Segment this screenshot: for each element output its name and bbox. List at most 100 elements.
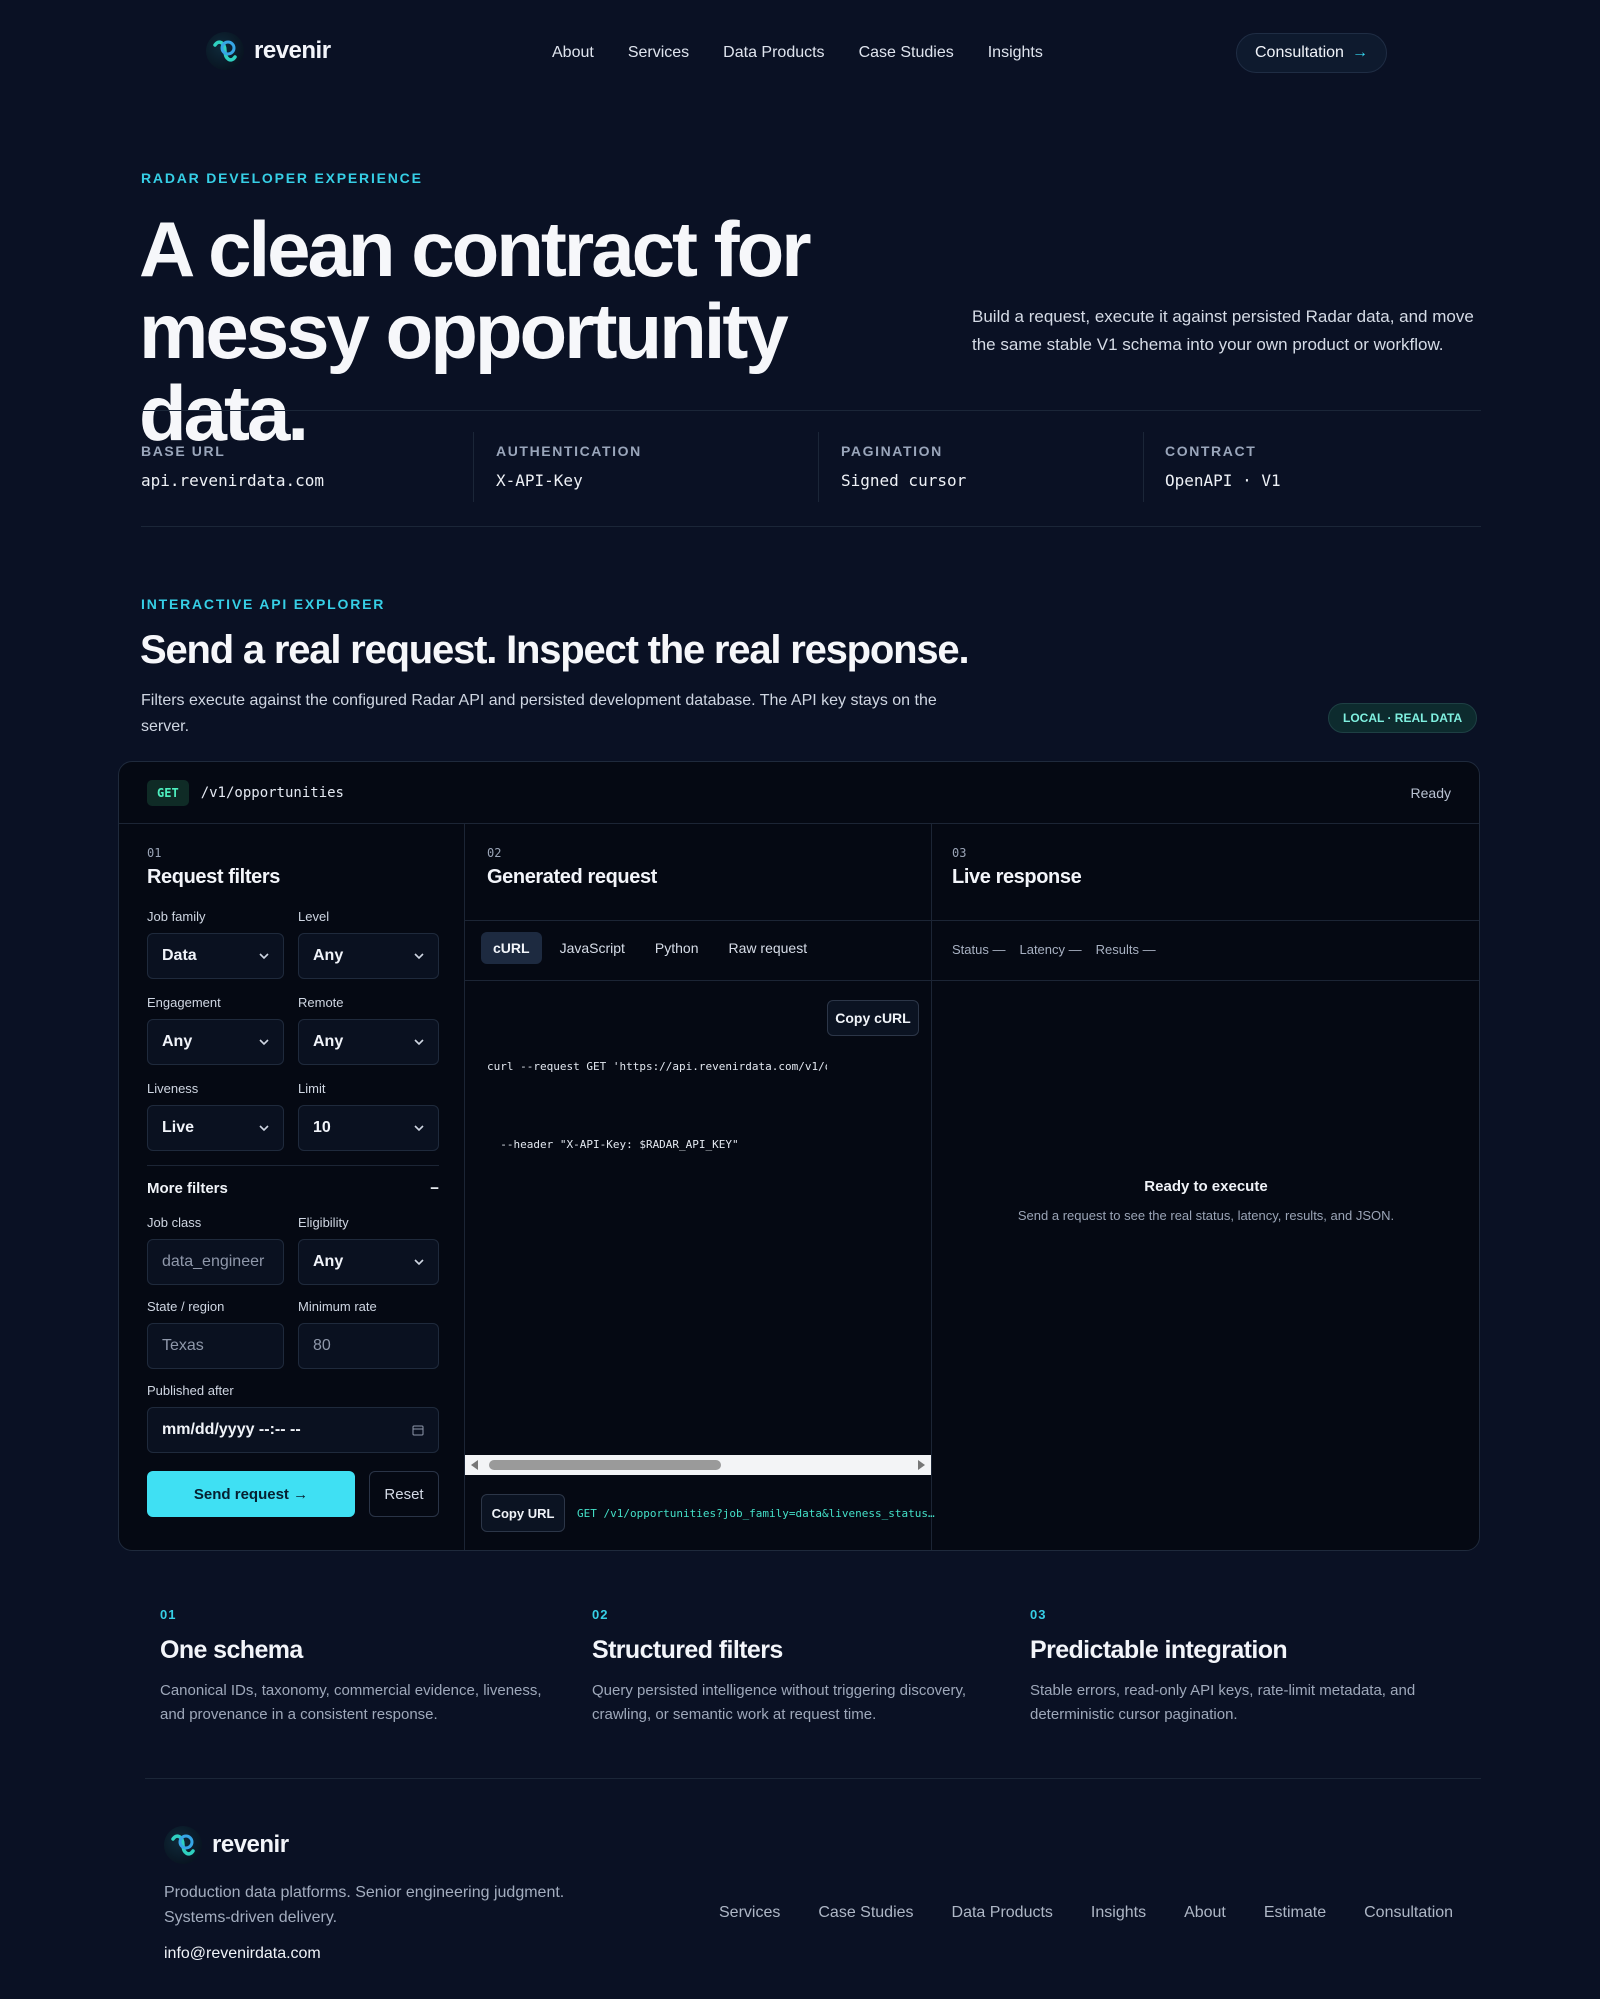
chevron-down-icon [259, 1125, 269, 1132]
engagement-select[interactable]: Any [147, 1019, 284, 1065]
state-input[interactable]: Texas [147, 1323, 284, 1369]
nav-about[interactable]: About [552, 44, 594, 62]
select-value: Any [313, 1033, 344, 1050]
select-value: 10 [313, 1119, 331, 1136]
field-label: Job class [147, 1215, 202, 1230]
field-label: Level [298, 909, 330, 924]
tab-curl[interactable]: cURL [481, 932, 542, 964]
status-meta: Status — [952, 942, 1005, 957]
published-after-input[interactable]: mm/dd/yyyy --:-- -- [147, 1407, 439, 1453]
chevron-down-icon [414, 1125, 424, 1132]
footer-logo[interactable]: revenir [164, 1826, 289, 1864]
select-value: Any [162, 1033, 193, 1050]
generated-request: 02 Generated request cURL JavaScript Pyt… [465, 824, 935, 1550]
brand-name: revenir [212, 1831, 289, 1858]
feature-number: 02 [592, 1607, 609, 1622]
more-filters-toggle[interactable]: More filters − [147, 1180, 439, 1197]
code-line: curl --request GET 'https://api.revenird… [487, 1060, 827, 1073]
tab-python[interactable]: Python [643, 932, 711, 964]
tab-raw-request[interactable]: Raw request [717, 932, 820, 964]
field-label: Liveness [147, 1081, 199, 1096]
footer-link-case-studies[interactable]: Case Studies [818, 1904, 913, 1922]
nav-case-studies[interactable]: Case Studies [859, 44, 954, 62]
section-title: Generated request [487, 866, 657, 888]
calendar-icon[interactable] [412, 1424, 424, 1436]
limit-select[interactable]: 10 [298, 1105, 439, 1151]
results-meta: Results — [1096, 942, 1156, 957]
field-label: Minimum rate [298, 1299, 377, 1314]
divider [473, 432, 474, 502]
scroll-right-icon[interactable] [918, 1460, 925, 1470]
remote-select[interactable]: Any [298, 1019, 439, 1065]
stat-value: OpenAPI · V1 [1165, 471, 1281, 490]
feature-title: Predictable integration [1030, 1636, 1288, 1664]
meta-value: — [1068, 942, 1082, 957]
footer-nav: Services Case Studies Data Products Insi… [719, 1904, 1453, 1922]
code-block: curl --request GET 'https://api.revenird… [487, 1002, 827, 1210]
input-value: mm/dd/yyyy --:-- -- [162, 1421, 301, 1438]
consultation-button[interactable]: Consultation → [1236, 33, 1387, 73]
chevron-down-icon [259, 953, 269, 960]
input-placeholder: 80 [313, 1337, 331, 1354]
footer-link-estimate[interactable]: Estimate [1264, 1904, 1326, 1922]
divider [818, 432, 819, 502]
section-number: 02 [487, 846, 502, 860]
minimum-rate-input[interactable]: 80 [298, 1323, 439, 1369]
code-line: --header "X-API-Key: $RADAR_API_KEY" [487, 1138, 739, 1151]
input-placeholder: data_engineer [162, 1253, 265, 1270]
stat-authentication: AUTHENTICATION X-API-Key [496, 443, 642, 490]
language-tabs: cURL JavaScript Python Raw request [481, 932, 819, 964]
url-row: Copy URL GET /v1/opportunities?job_famil… [481, 1494, 935, 1532]
footer-link-consultation[interactable]: Consultation [1364, 1904, 1453, 1922]
eligibility-select[interactable]: Any [298, 1239, 439, 1285]
meta-label: Latency [1019, 942, 1066, 957]
job-family-select[interactable]: Data [147, 933, 284, 979]
horizontal-scrollbar[interactable] [465, 1455, 931, 1475]
logo-icon [164, 1826, 202, 1864]
divider [141, 410, 1481, 411]
level-select[interactable]: Any [298, 933, 439, 979]
endpoint-path: /v1/opportunities [200, 784, 344, 801]
request-filters: 01 Request filters Job family Data Level… [147, 846, 439, 1517]
brand-logo[interactable]: revenir [206, 32, 331, 70]
footer-email[interactable]: info@revenirdata.com [164, 1945, 321, 1963]
meta-label: Results [1095, 942, 1140, 957]
nav-insights[interactable]: Insights [988, 44, 1043, 62]
copy-url-button[interactable]: Copy URL [481, 1494, 565, 1532]
more-filters-label: More filters [147, 1180, 228, 1197]
scroll-left-icon[interactable] [471, 1460, 478, 1470]
method-badge: GET [147, 779, 189, 806]
reset-button[interactable]: Reset [369, 1471, 439, 1517]
footer-link-insights[interactable]: Insights [1091, 1904, 1146, 1922]
feature-description: Query persisted intelligence without tri… [592, 1682, 967, 1723]
feature-title: One schema [160, 1636, 303, 1664]
field-label: Eligibility [298, 1215, 349, 1230]
empty-state-description: Send a request to see the real status, l… [1017, 1208, 1395, 1223]
stat-base-url: BASE URL api.revenirdata.com [141, 443, 324, 490]
chevron-down-icon [259, 1039, 269, 1046]
section-number: 03 [952, 846, 967, 860]
arrow-right-icon: → [1351, 44, 1368, 61]
hero-description: Build a request, execute it against pers… [972, 307, 1474, 354]
tab-javascript[interactable]: JavaScript [548, 932, 637, 964]
field-label: Remote [298, 995, 344, 1010]
footer-link-data-products[interactable]: Data Products [952, 1904, 1053, 1922]
nav-services[interactable]: Services [628, 44, 689, 62]
select-value: Live [162, 1119, 195, 1136]
chevron-down-icon [414, 1259, 424, 1266]
stat-label: BASE URL [141, 443, 226, 459]
footer-link-about[interactable]: About [1184, 1904, 1226, 1922]
request-status: Ready [1410, 784, 1451, 801]
job-class-input[interactable]: data_engineer [147, 1239, 284, 1285]
scrollbar-thumb[interactable] [489, 1460, 721, 1470]
api-explorer-panel: GET /v1/opportunities Ready 01 Request f… [118, 761, 1480, 1551]
divider [932, 920, 1479, 921]
nav-data-products[interactable]: Data Products [723, 44, 824, 62]
feature-predictable-integration: 03 Predictable integration Stable errors… [1030, 1607, 1450, 1727]
send-request-button[interactable]: Send request → [147, 1471, 355, 1517]
liveness-select[interactable]: Live [147, 1105, 284, 1151]
select-value: Any [313, 1253, 344, 1270]
divider [145, 1778, 1481, 1779]
copy-curl-button[interactable]: Copy cURL [827, 1000, 919, 1036]
footer-link-services[interactable]: Services [719, 1904, 780, 1922]
